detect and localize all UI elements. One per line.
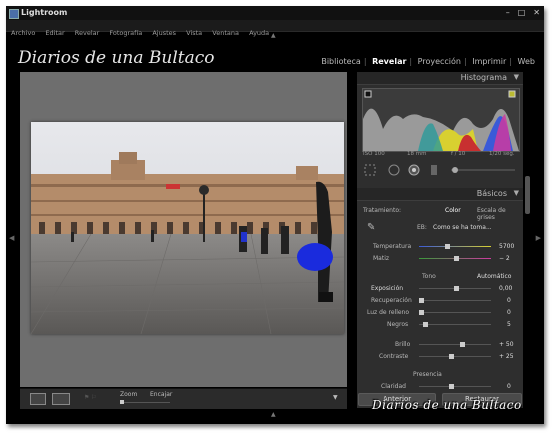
compare-view-button[interactable]: [52, 393, 70, 405]
right-panel-toggle-icon[interactable]: ▶: [536, 234, 541, 242]
treatment-grayscale[interactable]: Escala de grises: [477, 207, 523, 221]
iso-value: ISO 100: [363, 151, 385, 157]
tint-value[interactable]: − 2: [499, 255, 510, 262]
module-proyeccion[interactable]: Proyección: [418, 57, 461, 66]
minimize-button[interactable]: –: [506, 6, 510, 20]
collapse-icon[interactable]: ▼: [514, 189, 519, 197]
menu-ayuda[interactable]: Ayuda: [249, 28, 269, 39]
recovery-slider[interactable]: [419, 300, 491, 301]
fill-light-slider[interactable]: [419, 312, 491, 313]
clarity-label: Claridad: [381, 383, 406, 390]
exposure-slider-knob[interactable]: [454, 286, 459, 291]
toolbar: ⚑ ⚐ Zoom Encajar ▼: [20, 388, 347, 409]
tool-strip: [357, 162, 523, 178]
blacks-value[interactable]: 5: [507, 321, 511, 328]
exposure-value[interactable]: 0,00: [499, 285, 512, 292]
toolbar-menu-icon[interactable]: ▼: [333, 394, 338, 401]
treatment-label: Tratamiento:: [363, 207, 402, 214]
tint-slider-knob[interactable]: [454, 256, 459, 261]
tint-label: Matiz: [373, 255, 390, 262]
basic-header[interactable]: Básicos ▼: [357, 188, 523, 201]
exposure-label: Exposición: [371, 285, 404, 292]
brightness-slider[interactable]: [419, 344, 491, 345]
maximize-button[interactable]: □: [518, 6, 526, 20]
left-panel-toggle-icon[interactable]: ◀: [9, 234, 14, 242]
temperature-value[interactable]: 5700: [499, 243, 514, 250]
contrast-slider[interactable]: [419, 356, 491, 357]
menu-archivo[interactable]: Archivo: [11, 28, 35, 39]
focal-value: 18 mm: [407, 151, 427, 157]
bottom-panel-toggle-icon[interactable]: ▲: [271, 411, 276, 418]
collapse-icon[interactable]: ▼: [514, 73, 519, 81]
title-bar: Lightroom – □ ✕: [6, 6, 544, 20]
menu-vista[interactable]: Vista: [186, 28, 202, 39]
clarity-slider-knob[interactable]: [449, 384, 454, 389]
module-revelar[interactable]: Revelar: [372, 57, 406, 66]
brightness-value[interactable]: + 50: [499, 341, 514, 348]
histogram: [362, 88, 520, 152]
wb-label: EB:: [417, 224, 427, 231]
top-panel-toggle-icon[interactable]: ▲: [271, 32, 276, 39]
menu-editar[interactable]: Editar: [45, 28, 64, 39]
menu-ventana[interactable]: Ventana: [212, 28, 239, 39]
right-panel: Histograma ▼ ISO 100 18 mm f / 10 1/20 s…: [357, 72, 523, 408]
lightroom-window: Lightroom – □ ✕ Archivo Editar Revelar F…: [6, 6, 544, 424]
contrast-value[interactable]: + 25: [499, 353, 514, 360]
presence-label: Presencia: [413, 371, 442, 378]
app-icon: [9, 9, 19, 19]
temperature-label: Temperatura: [373, 243, 412, 250]
auto-tone-button[interactable]: Automático: [477, 273, 511, 280]
aperture-value: f / 10: [451, 151, 466, 157]
brightness-label: Brillo: [395, 341, 411, 348]
module-imprimir[interactable]: Imprimir: [472, 57, 506, 66]
panel-scrollbar[interactable]: [525, 176, 530, 214]
loupe-view: [20, 72, 347, 387]
close-button[interactable]: ✕: [533, 6, 540, 20]
identity-plate: Diarios de una Bultaco: [18, 48, 215, 68]
contrast-label: Contraste: [379, 353, 409, 360]
module-web[interactable]: Web: [518, 57, 535, 66]
recovery-slider-knob[interactable]: [419, 298, 424, 303]
shutter-value: 1/20 seg.: [489, 151, 515, 157]
zoom-label: Zoom: [120, 391, 138, 398]
menu-ajustes[interactable]: Ajustes: [152, 28, 176, 39]
module-picker: Biblioteca | Revelar | Proyección | Imprimi…: [321, 57, 535, 66]
module-biblioteca[interactable]: Biblioteca: [321, 57, 361, 66]
clarity-slider[interactable]: [419, 386, 491, 387]
brightness-slider-knob[interactable]: [460, 342, 465, 347]
fill-light-slider-knob[interactable]: [419, 310, 424, 315]
blacks-slider-knob[interactable]: [423, 322, 428, 327]
eyedropper-icon[interactable]: ✎: [367, 222, 375, 233]
blacks-label: Negros: [387, 321, 409, 328]
temperature-slider-knob[interactable]: [445, 244, 450, 249]
blacks-slider[interactable]: [419, 324, 491, 325]
menu-revelar[interactable]: Revelar: [75, 28, 100, 39]
fill-light-value[interactable]: 0: [507, 309, 511, 316]
fill-light-label: Luz de relleno: [367, 309, 410, 316]
treatment-color[interactable]: Color: [445, 207, 461, 214]
window-title: Lightroom: [21, 8, 68, 17]
histogram-header[interactable]: Histograma ▼: [357, 72, 523, 85]
watermark: Diarios de una Bultaco: [372, 398, 522, 412]
loupe-view-button[interactable]: [30, 393, 46, 405]
fit-label: Encajar: [150, 391, 173, 398]
wb-select[interactable]: Como se ha toma...: [433, 224, 492, 231]
zoom-slider-knob[interactable]: [120, 400, 124, 404]
recovery-value[interactable]: 0: [507, 297, 511, 304]
clarity-value[interactable]: 0: [507, 383, 511, 390]
zoom-slider[interactable]: [120, 402, 170, 403]
contrast-slider-knob[interactable]: [449, 354, 454, 359]
temperature-slider[interactable]: [419, 246, 491, 247]
recovery-label: Recuperación: [371, 297, 412, 304]
menu-fotografia[interactable]: Fotografía: [109, 28, 142, 39]
tone-label: Tono: [422, 273, 436, 280]
flag-icon[interactable]: ⚑ ⚐: [84, 394, 97, 401]
menu-bar: Archivo Editar Revelar Fotografía Ajuste…: [6, 20, 544, 37]
photo-preview: [31, 122, 344, 334]
